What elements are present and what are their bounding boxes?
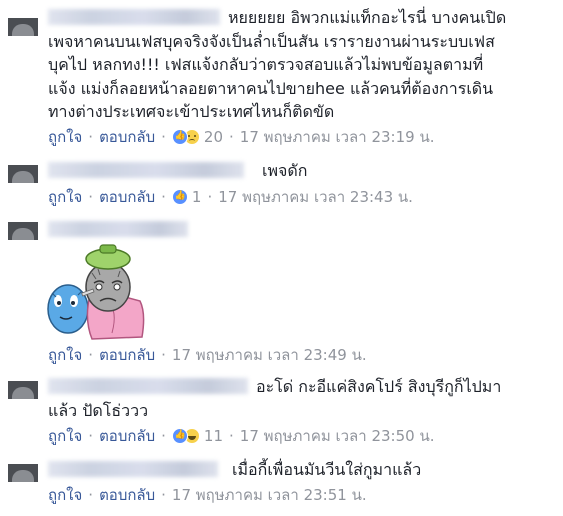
comment-actions: ถูกใจ · ตอบกลับ · 1 · 17 พฤษภาคม เวลา 23… (48, 187, 413, 207)
reactions-summary[interactable] (171, 129, 200, 145)
reply-button[interactable]: ตอบกลับ (99, 125, 155, 149)
comment-text: เพจดัก (262, 161, 308, 180)
separator-dot: · (88, 128, 94, 146)
reaction-count[interactable]: 20 (204, 128, 223, 146)
separator-dot: · (88, 346, 94, 364)
comment-text: อะโด่ กะอีแค่สิงคโปร์ สิงบุรีกูก็ไปมา แล… (48, 377, 502, 420)
like-reaction-icon (171, 189, 188, 205)
reply-button[interactable]: ตอบกลับ (99, 424, 155, 448)
reaction-count[interactable]: 11 (204, 427, 223, 445)
comment-actions: ถูกใจ · ตอบกลับ · 11 · 17 พฤษภาคม เวลา 2… (48, 426, 434, 446)
separator-dot: · (88, 188, 94, 206)
avatar[interactable] (8, 222, 38, 240)
like-reaction-icon (171, 129, 188, 145)
like-button[interactable]: ถูกใจ (48, 185, 82, 209)
avatar[interactable] (8, 18, 38, 36)
avatar[interactable] (8, 464, 38, 482)
separator-dot: · (161, 486, 166, 504)
separator-dot: · (229, 427, 234, 445)
timestamp[interactable]: 17 พฤษภาคม เวลา 23:43 น. (218, 185, 413, 209)
like-button[interactable]: ถูกใจ (48, 343, 82, 367)
timestamp[interactable]: 17 พฤษภาคม เวลา 23:50 น. (240, 424, 435, 448)
commenter-name-blurred[interactable] (48, 221, 188, 237)
separator-dot: · (161, 427, 166, 445)
like-button[interactable]: ถูกใจ (48, 424, 82, 448)
comment-text: หยยยยย อิพวกแม่แท็กอะไรนี่ บางคนเปิด เพจ… (48, 8, 507, 121)
separator-dot: · (207, 188, 213, 206)
comment-actions: ถูกใจ · ตอบกลับ · 17 พฤษภาคม เวลา 23:49 … (48, 345, 367, 365)
timestamp[interactable]: 17 พฤษภาคม เวลา 23:19 น. (240, 125, 435, 149)
reply-button[interactable]: ตอบกลับ (99, 343, 155, 367)
comment-actions: ถูกใจ · ตอบกลับ · 17 พฤษภาคม เวลา 23:51 … (48, 485, 367, 505)
reaction-count[interactable]: 1 (192, 188, 202, 206)
separator-dot: · (229, 128, 234, 146)
separator-dot: · (88, 486, 94, 504)
like-button[interactable]: ถูกใจ (48, 125, 82, 149)
comment-text: เมื่อกี้เพื่อนมันวีนใส่กูมาแล้ว (232, 460, 422, 479)
like-button[interactable]: ถูกใจ (48, 483, 82, 507)
reactions-summary[interactable] (171, 428, 200, 444)
avatar[interactable] (8, 165, 38, 183)
sick-friends-sticker[interactable] (42, 243, 152, 343)
commenter-name-blurred[interactable] (48, 162, 244, 178)
separator-dot: · (161, 188, 166, 206)
comment-actions: ถูกใจ · ตอบกลับ · 20 · 17 พฤษภาคม เวลา 2… (48, 127, 434, 147)
timestamp[interactable]: 17 พฤษภาคม เวลา 23:49 น. (172, 343, 367, 367)
separator-dot: · (161, 128, 166, 146)
like-reaction-icon (171, 428, 188, 444)
commenter-name-blurred[interactable] (48, 461, 218, 477)
reactions-summary[interactable] (171, 189, 188, 205)
separator-dot: · (161, 346, 166, 364)
reply-button[interactable]: ตอบกลับ (99, 185, 155, 209)
timestamp[interactable]: 17 พฤษภาคม เวลา 23:51 น. (172, 483, 367, 507)
reply-button[interactable]: ตอบกลับ (99, 483, 155, 507)
separator-dot: · (88, 427, 94, 445)
avatar[interactable] (8, 381, 38, 399)
